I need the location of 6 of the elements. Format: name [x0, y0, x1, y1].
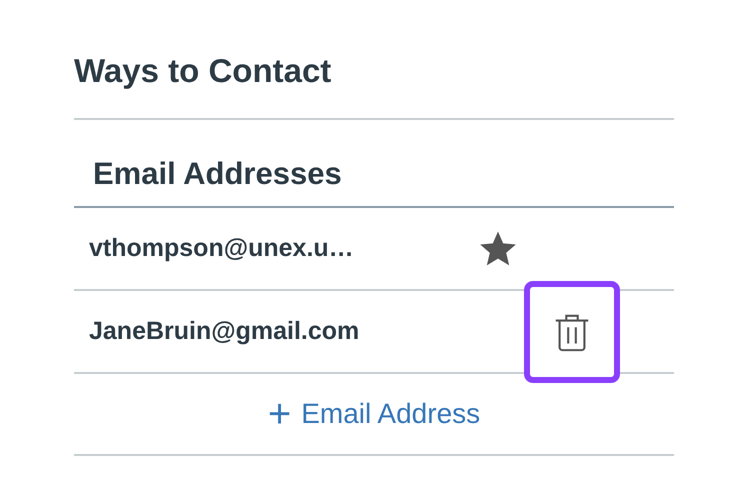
add-email-link[interactable]: + Email Address: [268, 394, 480, 434]
delete-button[interactable]: [524, 280, 620, 382]
section-heading: Email Addresses: [74, 120, 674, 208]
email-address: JaneBruin@gmail.com: [89, 317, 360, 346]
section-title: Ways to Contact: [74, 52, 674, 120]
email-address: vthompson@unex.u…: [89, 234, 355, 263]
